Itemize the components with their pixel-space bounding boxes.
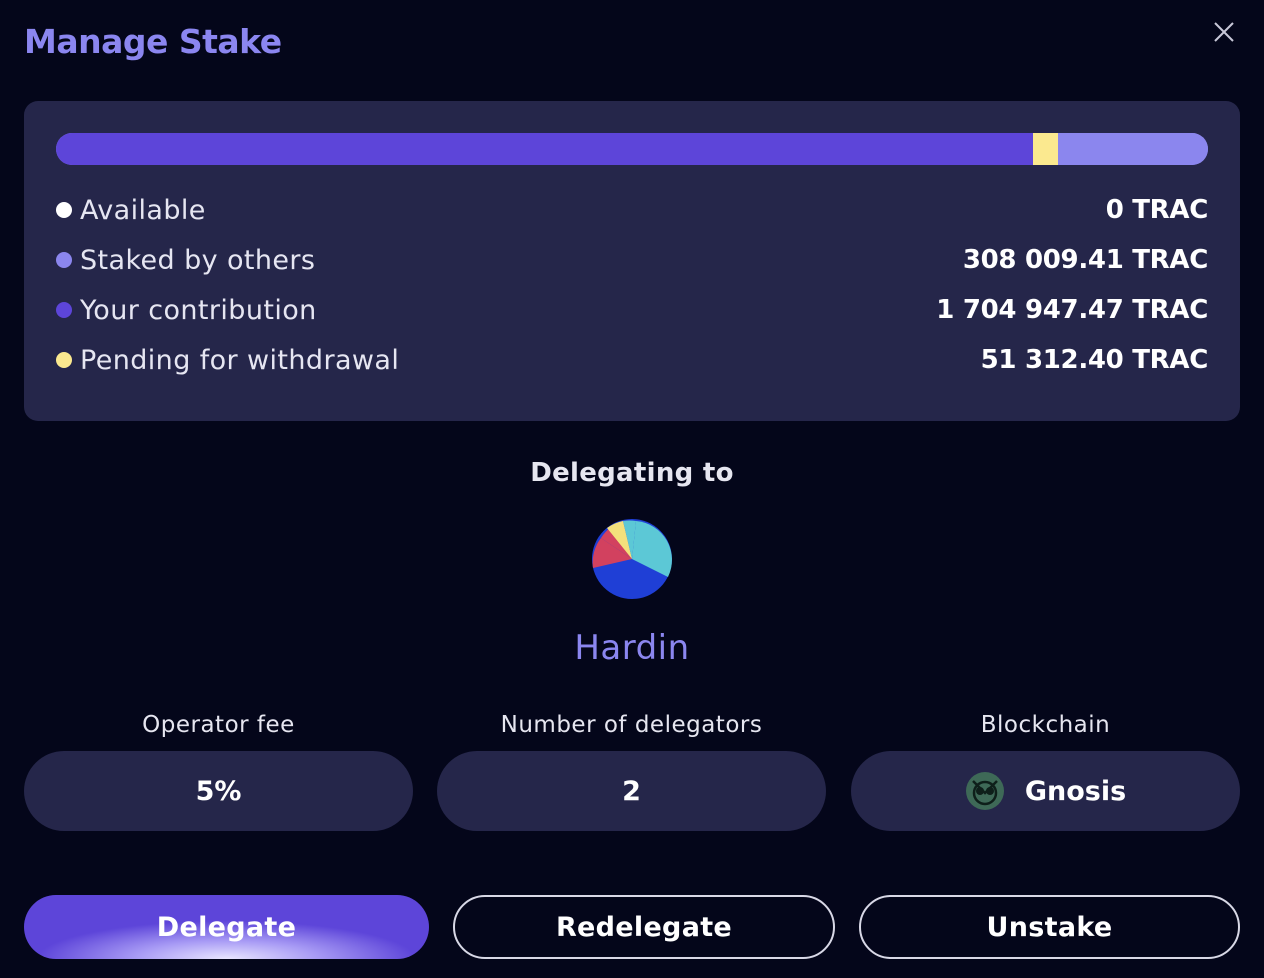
close-icon: [1214, 22, 1234, 42]
modal-title: Manage Stake: [24, 22, 282, 61]
legend-dot-available: [56, 202, 72, 218]
legend-dot-contribution: [56, 302, 72, 318]
operator-fee-label: Operator fee: [142, 712, 295, 738]
stake-row-value: 1 704 947.47 TRAC: [936, 295, 1208, 325]
gnosis-icon: [965, 772, 1004, 810]
redelegate-button[interactable]: Redelegate: [453, 895, 835, 959]
stake-row-value: 51 312.40 TRAC: [980, 345, 1209, 375]
stake-row-value: 0 TRAC: [1105, 195, 1209, 225]
stake-row-value: 308 009.41 TRAC: [962, 245, 1208, 275]
operator-avatar: [592, 519, 672, 599]
legend-dot-others: [56, 252, 72, 268]
close-button[interactable]: [1208, 16, 1240, 48]
blockchain-section: Blockchain Gnosis: [851, 712, 1240, 831]
delegating-to-heading: Delegating to: [530, 458, 734, 488]
stake-row-your-contribution: Your contribution 1 704 947.47 TRAC: [56, 293, 1208, 327]
delegate-button[interactable]: Delegate: [24, 895, 429, 959]
unstake-button[interactable]: Unstake: [859, 895, 1240, 959]
operator-fee-value: 5%: [24, 751, 413, 831]
stake-row-pending-withdrawal: Pending for withdrawal 51 312.40 TRAC: [56, 343, 1208, 377]
stake-row-label: Available: [80, 194, 206, 226]
progress-segment-others: [1057, 133, 1208, 165]
delegators-value: 2: [437, 751, 826, 831]
legend-dot-pending: [56, 352, 72, 368]
blockchain-value: Gnosis: [1024, 775, 1127, 807]
blockchain-pill: Gnosis: [851, 751, 1240, 831]
stake-row-label: Staked by others: [80, 244, 316, 276]
blockchain-label: Blockchain: [980, 712, 1111, 738]
manage-stake-modal: Manage Stake Available 0 TRAC Staked by …: [0, 0, 1264, 978]
progress-segment-pending: [1033, 133, 1058, 165]
delegators-section: Number of delegators 2: [437, 712, 826, 831]
stake-progress-bar: [56, 133, 1208, 165]
stake-summary-card: Available 0 TRAC Staked by others 308 00…: [24, 101, 1240, 421]
stake-row-label: Your contribution: [80, 294, 317, 326]
delegators-label: Number of delegators: [500, 712, 763, 738]
progress-segment-contribution: [56, 133, 1034, 165]
stake-row-label: Pending for withdrawal: [80, 344, 400, 376]
stake-row-available: Available 0 TRAC: [56, 193, 1208, 227]
stake-row-staked-by-others: Staked by others 308 009.41 TRAC: [56, 243, 1208, 277]
operator-fee-section: Operator fee 5%: [24, 712, 413, 831]
operator-name: Hardin: [574, 628, 690, 668]
